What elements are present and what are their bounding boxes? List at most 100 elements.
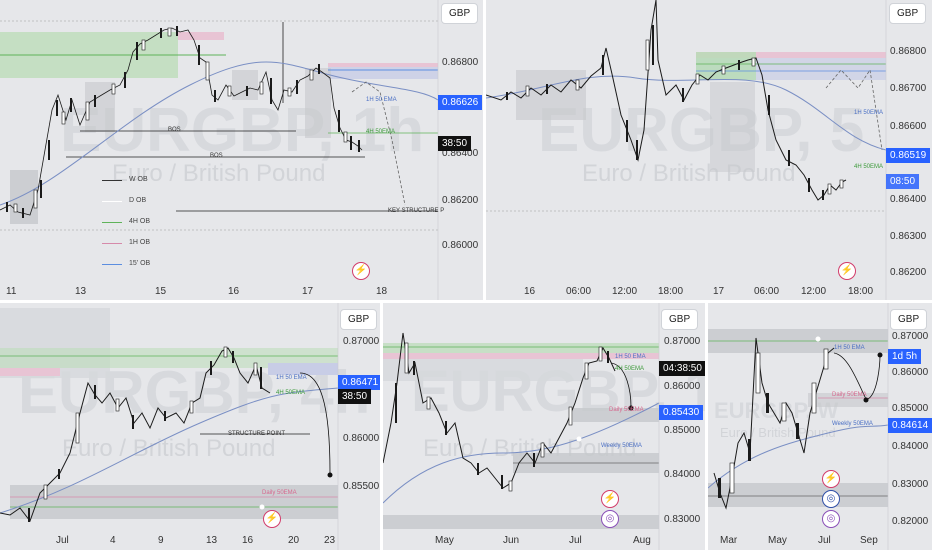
x-tick: 20	[288, 535, 300, 546]
legend-1h-ob: 1H OB	[129, 239, 151, 246]
globe-icon[interactable]: ◎	[601, 510, 619, 528]
key-structure-label: KEY STRUCTURE P	[388, 208, 445, 214]
y-tick: 0.87000	[892, 331, 929, 342]
y-tick: 0.87000	[664, 336, 701, 347]
y-tick: 0.82000	[892, 516, 929, 527]
x-tick: 16	[524, 286, 536, 297]
x-tick: 13	[206, 535, 218, 546]
ema-1h-label: 1H 50 EMA	[834, 345, 865, 351]
price-plot	[486, 0, 887, 300]
y-tick: 0.86300	[890, 231, 927, 242]
x-tick: Jul	[818, 535, 831, 546]
y-tick: 0.86200	[890, 267, 927, 278]
legend-d-ob: D OB	[129, 197, 147, 204]
ema-1h-label: 1H 50 EMA	[615, 354, 646, 360]
ema-4h-label: 4H 50EMA	[854, 164, 884, 170]
structure-point-label: STRUCTURE POINT	[228, 431, 285, 437]
y-tick: 0.86600	[442, 117, 478, 128]
ema-4h-label: 4H 50EMA	[276, 390, 306, 396]
ema-4h-label: 4H 50EMA	[615, 366, 645, 372]
price-badge: 0.86471	[338, 375, 380, 390]
weekly-ema-label: Weekly 50EMA	[601, 443, 642, 449]
x-tick: May	[435, 535, 454, 546]
y-tick: 0.86700	[890, 83, 927, 94]
y-tick: 0.84000	[892, 441, 929, 452]
currency-button[interactable]: GBP	[889, 3, 927, 24]
lightning-icon[interactable]: ⚡	[822, 470, 840, 488]
timer-badge: 1d 5h	[888, 349, 922, 364]
x-tick: 4	[110, 535, 116, 546]
price-plot	[0, 303, 339, 550]
y-tick: 0.87000	[343, 336, 380, 347]
timer-badge: 38:50	[338, 389, 372, 404]
price-badge: 0.86626	[438, 95, 483, 110]
calendar-icon[interactable]: ◎	[822, 510, 840, 528]
ema-4h-label: 4H 50EMA	[366, 129, 396, 135]
timer-badge: 04:38:50	[659, 361, 705, 376]
y-tick: 0.86000	[343, 433, 380, 444]
y-tick: 0.86000	[442, 240, 479, 251]
legend-4h-ob: 4H OB	[129, 218, 151, 225]
chart-pane-1d[interactable]: EURGBP, 1D Euro / British Pound 1H 50 EM…	[383, 303, 705, 550]
daily-ema-label: Daily 50EMA	[609, 407, 644, 413]
lightning-icon[interactable]: ⚡	[601, 490, 619, 508]
globe-icon[interactable]: ◎	[822, 490, 840, 508]
y-tick: 0.86800	[890, 46, 927, 57]
bos-label-upper: BOS	[168, 127, 181, 133]
x-tick: 16	[228, 286, 240, 297]
ema-1h-label: 1H 50 EMA	[276, 375, 307, 381]
x-tick: 17	[302, 286, 314, 297]
timer-badge: 38:50	[438, 136, 472, 151]
x-tick: 16	[242, 535, 254, 546]
lightning-icon[interactable]: ⚡	[352, 262, 370, 280]
x-tick: 23	[324, 535, 336, 546]
chart-pane-weekly[interactable]: EURGBP, W Euro / British Pound 1H 50 EMA…	[708, 303, 932, 550]
currency-button[interactable]: GBP	[890, 309, 928, 330]
price-badge: 0.84614	[888, 418, 932, 433]
x-tick: 17	[713, 286, 725, 297]
x-tick: 18:00	[658, 286, 684, 297]
x-tick: 12:00	[612, 286, 638, 297]
x-tick: Aug	[633, 535, 651, 546]
y-tick: 0.83000	[664, 514, 701, 525]
ema-1h-label: 1H 50 EMA	[366, 97, 397, 103]
chart-pane-5m[interactable]: EURGBP, 5 Euro / British Pound 1H 50EMA …	[486, 0, 932, 300]
x-tick: 06:00	[566, 286, 592, 297]
y-tick: 0.86200	[442, 195, 479, 206]
legend-w-ob: W OB	[129, 176, 148, 183]
timer-badge: 08:50	[886, 174, 920, 189]
x-tick: Mar	[720, 535, 738, 546]
ema-1h-label: 1H 50EMA	[854, 110, 884, 116]
x-tick: Jul	[56, 535, 69, 546]
y-tick: 0.85000	[664, 425, 701, 436]
daily-ema-label: Daily 50EMA	[832, 392, 867, 398]
x-tick: 18	[376, 286, 388, 297]
y-tick: 0.84000	[664, 469, 701, 480]
y-tick: 0.86400	[890, 194, 927, 205]
y-tick: 0.86800	[442, 57, 479, 68]
currency-button[interactable]: GBP	[441, 3, 479, 24]
currency-button[interactable]: GBP	[661, 309, 699, 330]
x-tick: 12:00	[801, 286, 827, 297]
y-tick: 0.83000	[892, 479, 929, 490]
lightning-icon[interactable]: ⚡	[838, 262, 856, 280]
y-tick: 0.86000	[892, 367, 929, 378]
x-tick: 9	[158, 535, 164, 546]
chart-pane-1h[interactable]: EURGBP, 1h Euro / British Pound BOS BOS …	[0, 0, 483, 300]
price-plot	[383, 303, 660, 550]
x-tick: Sep	[860, 535, 878, 546]
price-plot	[0, 0, 439, 300]
lightning-icon[interactable]: ⚡	[263, 510, 281, 528]
chart-pane-4h[interactable]: EURGBP, 4h Euro / British Pound 1H 50 EM…	[0, 303, 380, 550]
price-badge: 0.86519	[886, 148, 931, 163]
y-tick: 0.86000	[664, 381, 701, 392]
x-tick: May	[768, 535, 787, 546]
legend-15m-ob: 15' OB	[129, 260, 151, 267]
y-tick: 0.86600	[890, 121, 927, 132]
x-tick: 18:00	[848, 286, 874, 297]
x-tick: 13	[75, 286, 87, 297]
currency-button[interactable]: GBP	[340, 309, 378, 330]
x-tick: Jun	[503, 535, 520, 546]
y-tick: 0.85000	[892, 403, 929, 414]
price-badge: 0.85430	[659, 405, 704, 420]
